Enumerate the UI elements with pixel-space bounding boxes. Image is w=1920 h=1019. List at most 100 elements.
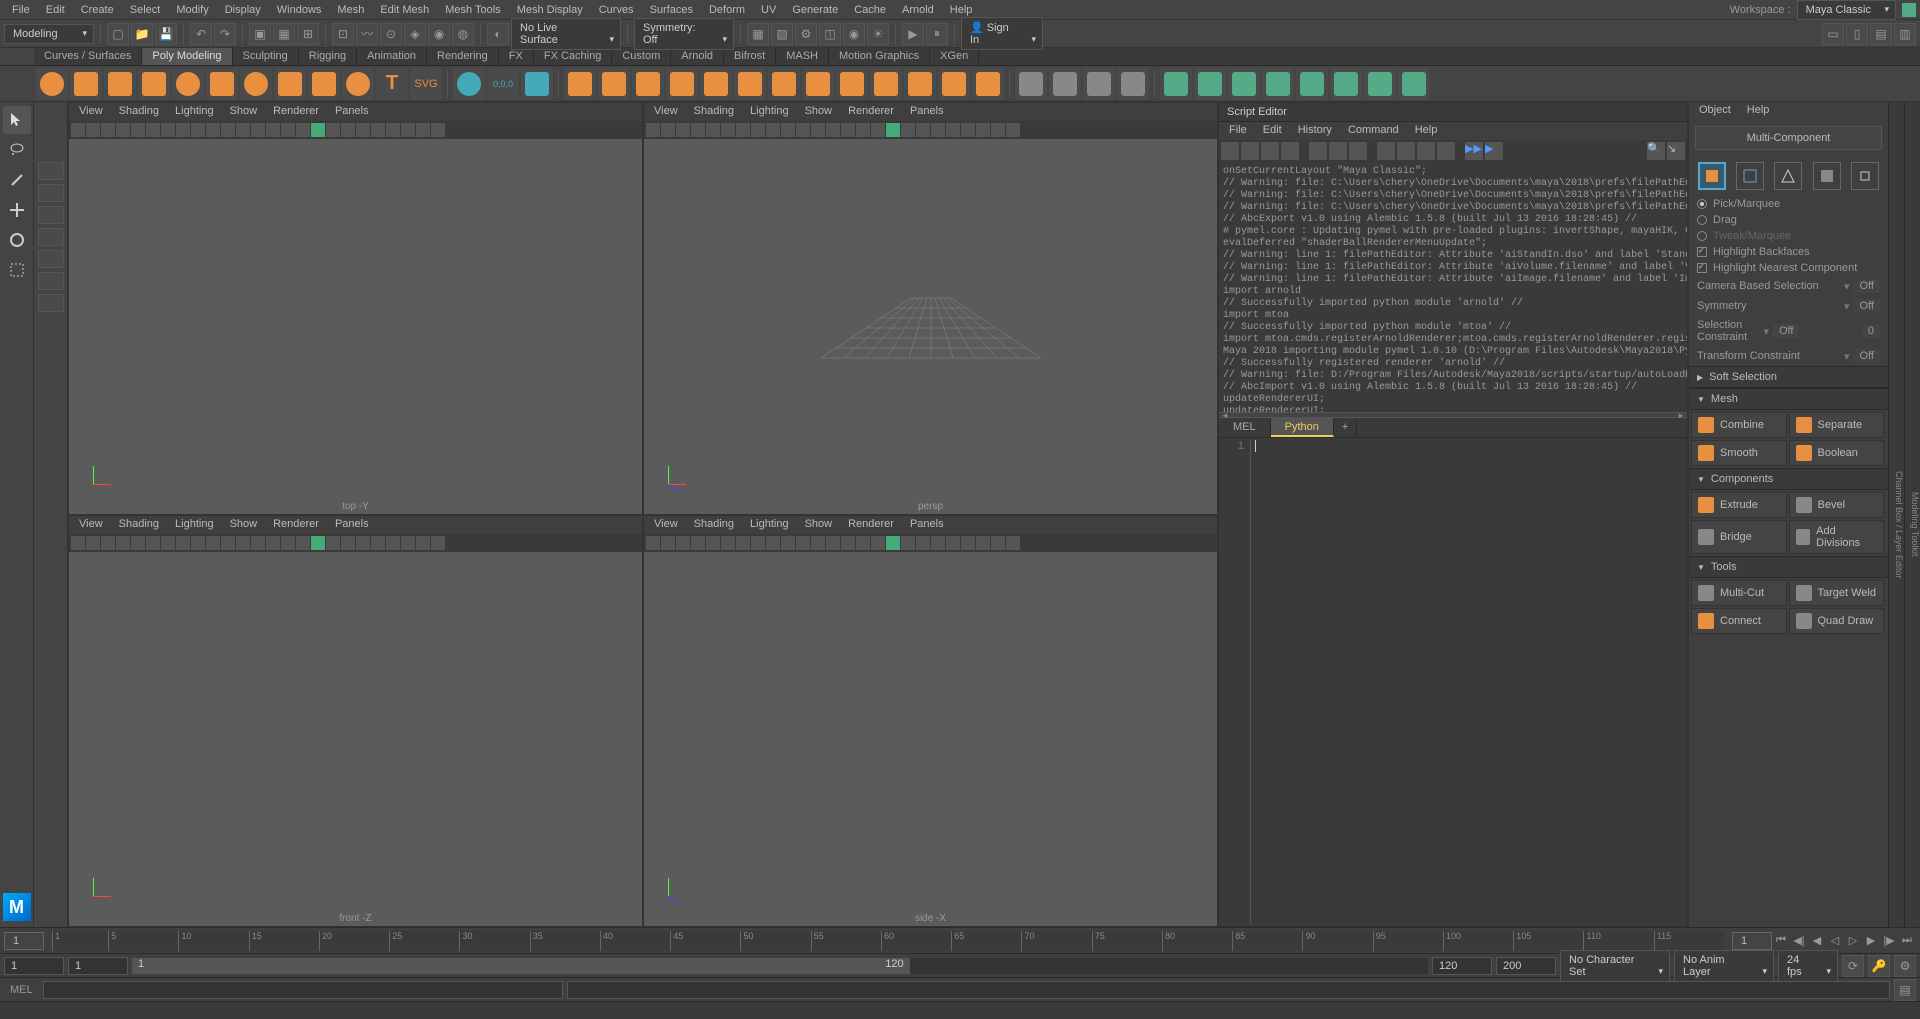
shelf-tab-fx[interactable]: FX [499,48,534,65]
se-tab-mel[interactable]: MEL [1219,418,1271,437]
target-weld-button[interactable] [1194,68,1226,100]
scale-tool[interactable] [3,256,31,284]
vp-icon[interactable] [371,123,385,137]
vf-renderer[interactable]: Renderer [265,516,327,534]
se-execute-all-button[interactable]: ▶▶ [1465,142,1483,160]
vp-icon[interactable] [326,123,340,137]
menu-display[interactable]: Display [217,1,269,19]
vp-icon[interactable] [901,123,915,137]
combine-button[interactable] [564,68,596,100]
vp-icon[interactable] [356,123,370,137]
step-fwd-key-button[interactable]: |▶ [1880,932,1898,950]
tools-section-header[interactable]: ▼Tools [1689,556,1888,578]
play-back-button[interactable]: ◁ [1826,932,1844,950]
vp-icon[interactable] [431,123,445,137]
vp-icon[interactable] [386,536,400,550]
vp-icon[interactable] [916,123,930,137]
menu-mesh-display[interactable]: Mesh Display [509,1,591,19]
vp-icon[interactable] [401,536,415,550]
smooth-button[interactable]: Smooth [1691,440,1787,466]
viewport-top[interactable]: View Shading Lighting Show Renderer Pane… [68,102,643,515]
layout-2-button[interactable]: ▯ [1846,23,1868,45]
layout-custom2-button[interactable] [38,272,64,290]
vp-icon[interactable] [826,536,840,550]
range-start-outer-input[interactable] [4,957,64,975]
layout-stack-button[interactable] [38,228,64,246]
vp-icon[interactable] [856,536,870,550]
step-fwd-button[interactable]: ▶ [1862,932,1880,950]
vp-icon[interactable] [961,536,975,550]
reduce-button[interactable] [802,68,834,100]
layout-3-button[interactable]: ▤ [1870,23,1892,45]
channel-box-tab[interactable]: Channel Box / Layer Editor [1888,102,1904,927]
character-set-dropdown[interactable]: No Character Set [1560,950,1670,982]
edge-mode-button[interactable] [1774,162,1802,190]
uv-mode-button[interactable] [1851,162,1879,190]
shelf-tab-motiongraphics[interactable]: Motion Graphics [829,48,930,65]
vp-icon[interactable] [1006,536,1020,550]
vp-icon[interactable] [886,123,900,137]
command-input[interactable] [43,981,563,999]
vp-icon[interactable] [871,123,885,137]
layout-two-button[interactable] [38,206,64,224]
vp-icon[interactable] [176,536,190,550]
vp-icon[interactable] [281,123,295,137]
light-editor-button[interactable]: ☀ [867,23,889,45]
lock-icon[interactable] [1902,3,1916,17]
vp-icon[interactable] [976,536,990,550]
paint-select-tool[interactable] [3,166,31,194]
boolean-button[interactable]: Boolean [1789,440,1885,466]
vp-icon[interactable] [991,536,1005,550]
select-by-object-button[interactable]: ▣ [249,23,271,45]
vp-icon[interactable] [811,123,825,137]
boolean-union-button[interactable] [632,68,664,100]
vp-icon[interactable] [841,536,855,550]
menu-deform[interactable]: Deform [701,1,753,19]
vp-icon[interactable] [901,536,915,550]
vp-icon[interactable] [416,536,430,550]
vp-icon[interactable] [401,123,415,137]
range-slider[interactable]: 1120 [132,958,1428,974]
vp-icon[interactable] [431,536,445,550]
se-help[interactable]: Help [1407,122,1446,140]
menu-select[interactable]: Select [122,1,169,19]
vp-shading[interactable]: Shading [686,103,742,121]
vp-icon[interactable] [386,123,400,137]
se-clearhistory-button[interactable] [1309,142,1327,160]
poly-svg-button[interactable]: SVG [410,68,442,100]
shelf-tab-rendering[interactable]: Rendering [427,48,499,65]
vp-icon[interactable] [71,123,85,137]
play-fwd-button[interactable]: ▷ [1844,932,1862,950]
se-goto-button[interactable]: ↘ [1667,142,1685,160]
signin-dropdown[interactable]: 👤 Sign In [961,17,1043,50]
vp-icon[interactable] [796,123,810,137]
sculpt-button[interactable] [1364,68,1396,100]
vp-icon[interactable] [296,123,310,137]
rp-help-menu[interactable]: Help [1739,102,1778,120]
vp-icon[interactable] [176,123,190,137]
ipr-button[interactable]: ▦ [747,23,769,45]
rp-object-menu[interactable]: Object [1691,102,1739,120]
layout-4-button[interactable]: ▥ [1894,23,1916,45]
vp-icon[interactable] [661,123,675,137]
poly-cylinder-button[interactable] [104,68,136,100]
vp-icon[interactable] [146,536,160,550]
menu-generate[interactable]: Generate [784,1,846,19]
vt-view[interactable]: View [71,103,111,121]
vs-renderer[interactable]: Renderer [840,516,902,534]
boolean-diff-button[interactable] [666,68,698,100]
vp-icon[interactable] [191,536,205,550]
vp-icon[interactable] [646,536,660,550]
se-tab-add[interactable]: + [1334,418,1357,437]
menu-mesh-tools[interactable]: Mesh Tools [437,1,508,19]
vs-view[interactable]: View [646,516,686,534]
vf-view[interactable]: View [71,516,111,534]
fill-hole-button[interactable] [734,68,766,100]
camera-based-selection-option[interactable]: Camera Based Selection▾Off [1689,276,1888,296]
select-tool[interactable] [3,106,31,134]
snap-plane-button[interactable]: ◈ [404,23,426,45]
vt-lighting[interactable]: Lighting [167,103,222,121]
snap-point-button[interactable]: ⊙ [380,23,402,45]
vp-icon[interactable] [751,536,765,550]
menu-cache[interactable]: Cache [846,1,894,19]
